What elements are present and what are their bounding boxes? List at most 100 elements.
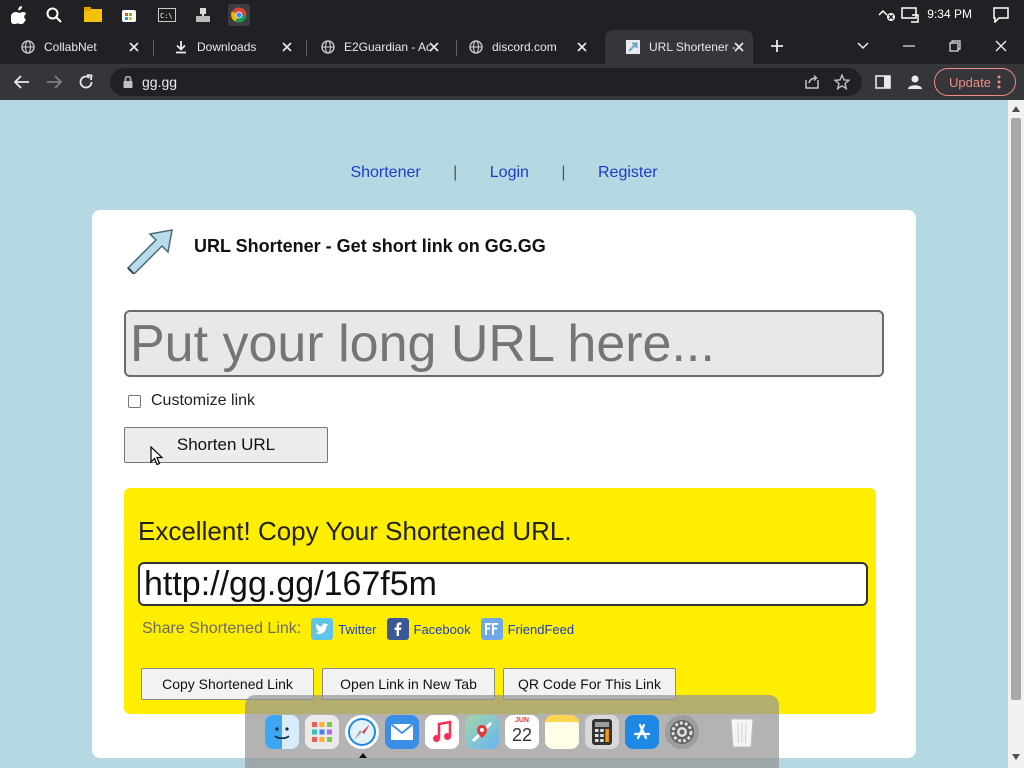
calculator-icon[interactable] — [585, 715, 619, 749]
share-icon[interactable] — [802, 72, 822, 92]
scroll-down-arrow-icon[interactable] — [1008, 750, 1024, 764]
facebook-label: Facebook — [413, 621, 471, 637]
mail-icon[interactable] — [385, 715, 419, 749]
dock: JUN 22 — [245, 695, 779, 768]
network-app-icon[interactable] — [192, 4, 214, 26]
tab-title: URL Shortener - — [649, 40, 735, 54]
scroll-up-arrow-icon[interactable] — [1008, 102, 1024, 116]
result-heading: Excellent! Copy Your Shortened URL. — [138, 516, 572, 546]
long-url-input[interactable] — [124, 310, 884, 377]
close-icon[interactable] — [126, 39, 142, 55]
share-row: Share Shortened Link: Twitter Facebook F… — [142, 618, 574, 640]
launchpad-icon[interactable] — [305, 715, 339, 749]
restore-button[interactable] — [941, 35, 969, 57]
update-label: Update — [949, 74, 991, 90]
notes-icon[interactable] — [545, 715, 579, 749]
top-navigation: Shortener | Login | Register — [0, 164, 1008, 182]
chrome-icon[interactable] — [228, 4, 250, 26]
update-button[interactable]: Update — [934, 68, 1016, 96]
download-icon — [173, 39, 189, 55]
page-title: URL Shortener - Get short link on GG.GG — [194, 236, 546, 256]
tab-title: Downloads — [197, 40, 257, 54]
globe-icon — [468, 39, 484, 55]
network-status-icon[interactable] — [876, 4, 898, 26]
calendar-day: 22 — [511, 725, 533, 745]
profile-avatar-icon[interactable] — [901, 68, 929, 96]
bookmark-star-icon[interactable] — [832, 72, 852, 92]
music-icon[interactable] — [425, 715, 459, 749]
tab-url-shortener[interactable]: URL Shortener - — [605, 30, 753, 64]
mouse-cursor-icon — [150, 445, 164, 466]
os-menu-bar: C:\ 9:34 PM — [0, 0, 1024, 30]
store-icon[interactable] — [118, 4, 140, 26]
customize-link-label: Customize link — [151, 392, 256, 409]
tab-title: E2Guardian - Ac — [344, 40, 430, 54]
address-bar[interactable]: gg.gg — [110, 68, 862, 96]
close-icon[interactable] — [426, 39, 442, 55]
notification-icon[interactable] — [990, 4, 1012, 26]
address-text[interactable]: gg.gg — [142, 74, 177, 90]
page-scrollbar[interactable] — [1008, 100, 1024, 768]
file-explorer-icon[interactable] — [82, 4, 104, 26]
forward-button[interactable] — [40, 68, 68, 96]
side-panel-button[interactable] — [869, 68, 897, 96]
result-panel: Excellent! Copy Your Shortened URL. http… — [124, 488, 876, 714]
new-tab-button[interactable] — [766, 35, 788, 57]
close-icon[interactable] — [574, 39, 590, 55]
browser-toolbar: gg.gg Update — [0, 64, 1024, 100]
tab-title: discord.com — [492, 40, 557, 54]
terminal-icon[interactable]: C:\ — [156, 4, 178, 26]
maps-icon[interactable] — [465, 715, 499, 749]
calendar-month: JUN — [514, 717, 529, 724]
nav-shortener-link[interactable]: Shortener — [350, 164, 420, 181]
close-icon[interactable] — [279, 39, 295, 55]
share-label: Share Shortened Link: — [142, 620, 302, 637]
site-favicon-icon — [625, 39, 641, 55]
tab-downloads[interactable]: Downloads — [153, 30, 301, 64]
main-card: URL Shortener - Get short link on GG.GG … — [92, 210, 916, 758]
customize-link-row[interactable]: Customize link — [128, 392, 255, 410]
active-app-indicator — [359, 753, 367, 758]
apple-icon[interactable] — [8, 4, 30, 26]
lock-icon[interactable] — [120, 74, 136, 90]
tab-search-chevron-icon[interactable] — [849, 35, 877, 57]
trash-icon[interactable] — [725, 715, 759, 749]
tab-title: CollabNet — [44, 40, 97, 54]
tab-strip: CollabNet Downloads E2Guardian - Ac disc… — [0, 30, 1024, 64]
nav-login-link[interactable]: Login — [490, 164, 529, 181]
friendfeed-icon — [480, 618, 503, 640]
page-viewport: Shortener | Login | Register URL Shorten… — [0, 100, 1008, 768]
close-window-button[interactable] — [987, 35, 1015, 57]
twitter-icon — [311, 618, 334, 640]
globe-icon — [20, 39, 36, 55]
search-icon[interactable] — [43, 4, 65, 26]
calendar-icon[interactable]: JUN 22 — [505, 715, 539, 749]
scroll-thumb[interactable] — [1011, 118, 1021, 700]
safari-icon[interactable] — [345, 715, 379, 749]
nav-separator: | — [561, 164, 566, 181]
tab-e2guardian[interactable]: E2Guardian - Ac — [300, 30, 448, 64]
back-button[interactable] — [8, 68, 36, 96]
clock[interactable]: 9:34 PM — [927, 7, 972, 21]
twitter-label: Twitter — [338, 621, 377, 637]
nav-register-link[interactable]: Register — [598, 164, 658, 181]
share-facebook-link[interactable]: Facebook — [386, 618, 471, 640]
system-settings-icon[interactable] — [665, 715, 699, 749]
arrow-logo-icon — [122, 226, 174, 276]
share-twitter-link[interactable]: Twitter — [311, 618, 377, 640]
nav-separator: | — [453, 164, 458, 181]
finder-icon[interactable] — [265, 715, 299, 749]
share-friendfeed-link[interactable]: FriendFeed — [480, 618, 574, 640]
tab-collabnet[interactable]: CollabNet — [0, 30, 148, 64]
short-url-field[interactable]: http://gg.gg/167f5m — [138, 562, 868, 606]
screen-mirror-icon[interactable] — [899, 4, 921, 26]
tab-discord[interactable]: discord.com — [448, 30, 596, 64]
svg-text:C:\: C:\ — [160, 12, 173, 20]
reload-button[interactable] — [72, 68, 100, 96]
minimize-button[interactable] — [895, 35, 923, 57]
app-store-icon[interactable] — [625, 715, 659, 749]
more-menu-icon[interactable] — [997, 75, 1001, 89]
customize-link-checkbox[interactable] — [128, 394, 141, 408]
close-icon[interactable] — [731, 39, 747, 55]
globe-icon — [320, 39, 336, 55]
